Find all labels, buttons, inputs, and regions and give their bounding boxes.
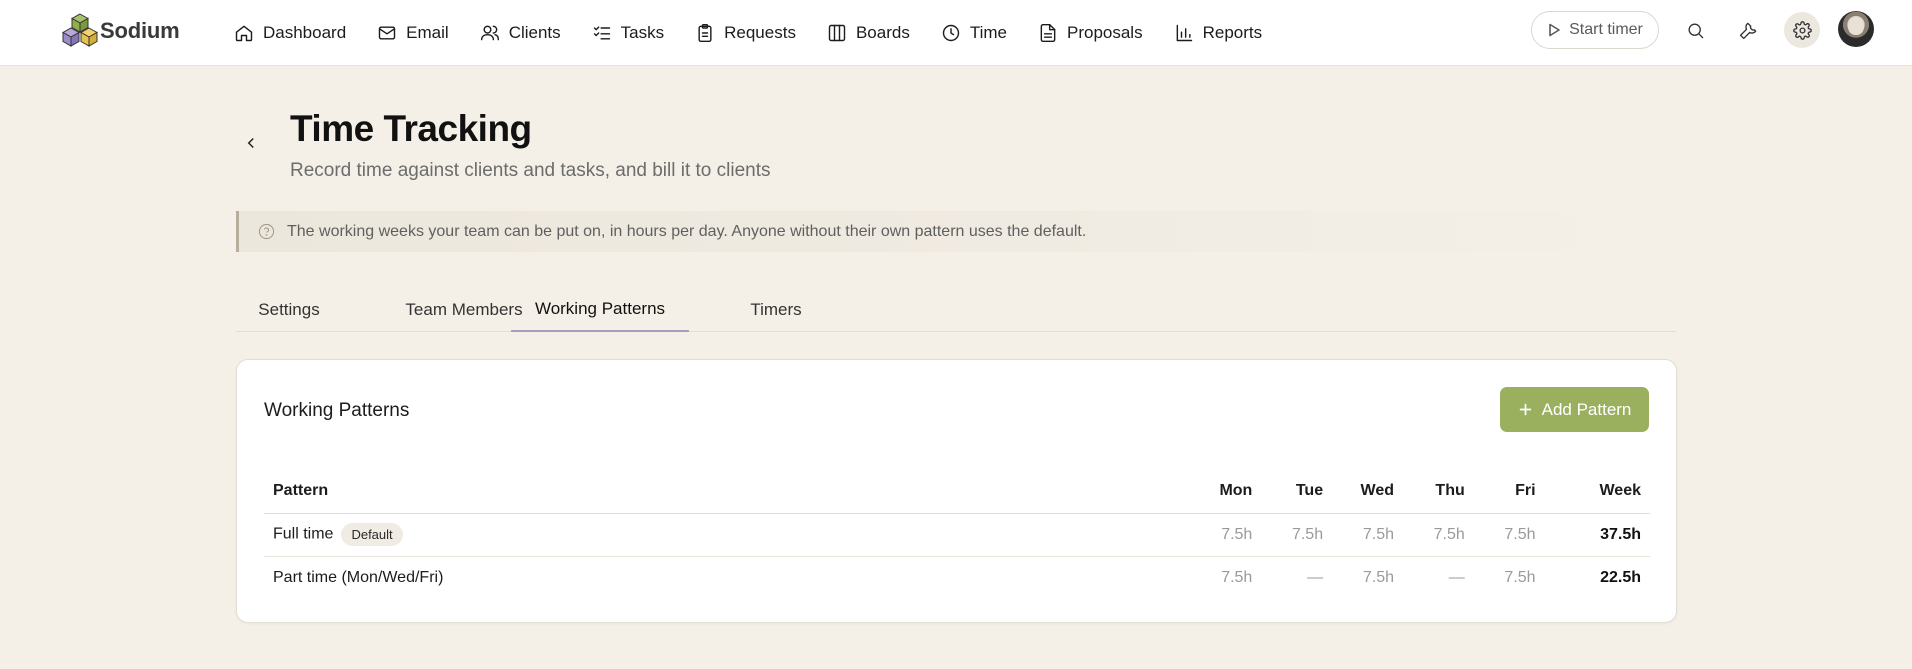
- cell-mon: 7.5h: [1221, 568, 1253, 586]
- pattern-name-cell: Part time (Mon/Wed/Fri): [264, 556, 1190, 599]
- add-pattern-button[interactable]: Add Pattern: [1500, 387, 1649, 432]
- settings-button[interactable]: [1784, 12, 1820, 48]
- brand[interactable]: Sodium: [60, 11, 180, 51]
- search-icon: [1687, 22, 1703, 38]
- play-icon: [1549, 23, 1560, 37]
- page-subtitle: Record time against clients and tasks, a…: [290, 160, 771, 181]
- cell-mon: 7.5h: [1221, 525, 1253, 543]
- nav-reports[interactable]: Reports: [1174, 13, 1263, 53]
- user-avatar[interactable]: [1838, 11, 1874, 47]
- col-header-wed: Wed: [1332, 470, 1403, 514]
- columns-icon: [828, 24, 846, 42]
- patterns-table: Pattern Mon Tue Wed Thu Fri Week Full ti…: [264, 470, 1650, 599]
- clipboard-icon: [698, 23, 712, 43]
- nav-boards[interactable]: Boards: [827, 13, 910, 53]
- nav-label: Proposals: [1066, 23, 1143, 42]
- add-pattern-label: Add Pattern: [1541, 399, 1632, 419]
- default-badge: Default: [341, 523, 403, 546]
- gear-icon: [1792, 20, 1812, 40]
- nav-time[interactable]: Time: [941, 13, 1007, 53]
- search-button[interactable]: [1677, 12, 1713, 48]
- table-header-row: Pattern Mon Tue Wed Thu Fri Week: [264, 470, 1650, 514]
- wrench-icon: [1739, 22, 1756, 39]
- col-header-mon: Mon: [1190, 470, 1262, 514]
- cell-wed: 7.5h: [1362, 525, 1394, 543]
- logo-icon: [61, 13, 99, 47]
- nav-tasks[interactable]: Tasks: [592, 13, 664, 53]
- info-text: The working weeks your team can be put o…: [287, 222, 1087, 240]
- nav-label: Time: [969, 23, 1007, 42]
- top-nav-bar: Sodium Dashboard Email Clients Tasks Req…: [0, 0, 1912, 66]
- page-title: Time Tracking: [290, 108, 532, 149]
- start-timer-label: Start timer: [1569, 21, 1643, 38]
- nav-label: Dashboard: [263, 23, 347, 42]
- col-header-pattern: Pattern: [264, 470, 1191, 514]
- card-title: Working Patterns: [264, 400, 410, 421]
- working-patterns-card: Working Patterns Add Pattern Pattern Mon…: [236, 359, 1677, 623]
- brand-name: Sodium: [100, 18, 180, 43]
- nav-label: Reports: [1202, 23, 1263, 42]
- back-button[interactable]: [242, 134, 260, 158]
- cell-tue: —: [1307, 568, 1324, 586]
- table-row[interactable]: Full time Default 7.5h 7.5h 7.5h 7.5h 7.5…: [264, 513, 1650, 556]
- info-banner: The working weeks your team can be put o…: [236, 211, 1676, 252]
- cell-fri: 7.5h: [1504, 568, 1536, 586]
- pattern-name: Full time: [273, 525, 334, 543]
- nav-requests[interactable]: Requests: [695, 13, 796, 53]
- nav-label: Email: [406, 23, 449, 42]
- nav-label: Tasks: [620, 23, 665, 42]
- users-icon: [480, 25, 499, 41]
- nav-proposals[interactable]: Proposals: [1038, 13, 1143, 53]
- main-nav: Dashboard Email Clients Tasks Requests B…: [234, 0, 1293, 66]
- cell-thu: 7.5h: [1433, 525, 1465, 543]
- tab-bar: Settings Team Members Working Patterns T…: [236, 287, 1676, 332]
- checklist-icon: [593, 26, 610, 40]
- cell-wed: 7.5h: [1362, 568, 1394, 586]
- cell-fri: 7.5h: [1504, 525, 1536, 543]
- tab-settings[interactable]: Settings: [236, 287, 342, 332]
- clock-icon: [942, 24, 960, 42]
- col-header-fri: Fri: [1473, 470, 1545, 514]
- col-header-week: Week: [1544, 470, 1650, 514]
- cell-tue: 7.5h: [1291, 525, 1324, 543]
- mail-icon: [378, 26, 396, 40]
- document-icon: [1040, 23, 1056, 43]
- cell-week-total: 37.5h: [1600, 525, 1641, 543]
- help-circle-icon: [258, 223, 275, 240]
- tab-working-patterns[interactable]: Working Patterns: [511, 287, 689, 332]
- col-header-thu: Thu: [1402, 470, 1474, 514]
- pattern-name: Part time (Mon/Wed/Fri): [273, 568, 444, 586]
- tools-button[interactable]: [1730, 12, 1766, 48]
- bar-chart-icon: [1176, 24, 1192, 42]
- col-header-tue: Tue: [1261, 470, 1333, 514]
- nav-email[interactable]: Email: [377, 13, 449, 53]
- tab-timers[interactable]: Timers: [700, 287, 852, 332]
- plus-icon: [1519, 403, 1531, 416]
- cell-week-total: 22.5h: [1600, 568, 1641, 586]
- cell-thu: —: [1448, 568, 1465, 586]
- table-row[interactable]: Part time (Mon/Wed/Fri) 7.5h — 7.5h — 7.…: [264, 556, 1650, 599]
- nav-label: Clients: [508, 23, 561, 42]
- home-icon: [235, 25, 253, 42]
- pattern-name-cell: Full time Default: [264, 513, 1190, 556]
- start-timer-button[interactable]: Start timer: [1531, 11, 1659, 49]
- nav-label: Boards: [855, 23, 910, 42]
- nav-clients[interactable]: Clients: [480, 13, 561, 53]
- nav-label: Requests: [724, 23, 796, 42]
- nav-dashboard[interactable]: Dashboard: [234, 13, 346, 53]
- chevron-left-icon: [247, 137, 254, 149]
